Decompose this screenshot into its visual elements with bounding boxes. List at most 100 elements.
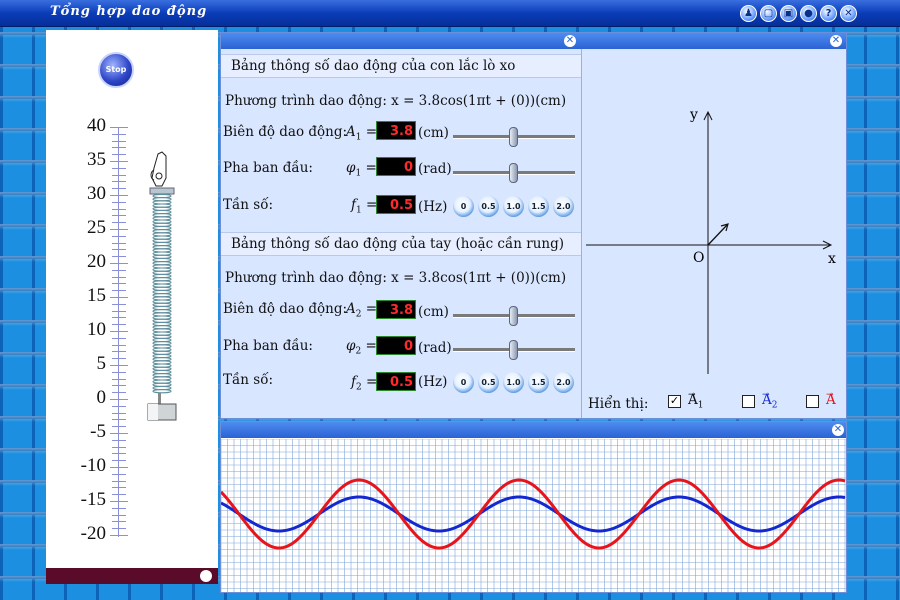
hand-phase-unit: (rad) <box>418 340 452 356</box>
hand-amplitude-slider-handle[interactable] <box>509 306 518 326</box>
window-title: Tổng hợp dao động <box>50 4 208 19</box>
osc-phase-slider-handle[interactable] <box>509 163 518 183</box>
osc-freq-button-2.0[interactable]: 2.0 <box>553 196 574 217</box>
ruler-tick <box>112 133 126 135</box>
ruler-tick <box>110 229 128 230</box>
ruler-tick <box>110 365 128 366</box>
ruler-label: 25 <box>87 217 106 238</box>
show-a-label: → A <box>826 390 836 408</box>
osc-freq-symbol: f1 = <box>351 197 378 216</box>
hand-freq-unit: (Hz) <box>418 374 448 390</box>
spring-top-cap <box>149 187 175 195</box>
spring-hook <box>158 393 161 405</box>
osc-freq-button-0[interactable]: 0 <box>453 196 474 217</box>
ruler-tick <box>112 426 126 428</box>
record-icon[interactable]: ● <box>800 5 817 22</box>
ruler-tick <box>112 167 126 169</box>
ruler-tick <box>112 473 126 475</box>
hand-panel-title: Bảng thông số dao động của tay (hoặc cần… <box>221 232 581 256</box>
progress-bar[interactable] <box>46 568 218 584</box>
hand-phase-display: 0 <box>376 336 416 355</box>
ruler-tick <box>112 378 126 380</box>
ruler-tick <box>112 256 126 258</box>
ruler-tick <box>112 283 126 285</box>
ruler-tick <box>112 181 126 183</box>
osc-freq-button-0.5[interactable]: 0.5 <box>478 196 499 217</box>
ruler-tick <box>112 140 126 142</box>
spring-figure <box>147 151 177 421</box>
ruler-tick <box>112 344 126 346</box>
ruler-tick <box>110 263 128 264</box>
show-a1-checkbox[interactable]: ✓ <box>668 395 681 408</box>
hand-freq-button-2.0[interactable]: 2.0 <box>553 372 574 393</box>
show-label: Hiển thị: <box>588 396 649 412</box>
hand-amplitude-display: 3.8 <box>376 300 416 319</box>
ruler-tick <box>112 154 126 156</box>
copy-icon[interactable]: ▣ <box>780 5 797 22</box>
ruler-label: 30 <box>87 183 106 204</box>
ruler-tick <box>110 433 128 434</box>
osc-phase-label: Pha ban đầu: <box>223 160 313 176</box>
ruler-label: 5 <box>96 353 107 374</box>
help-icon[interactable]: ? <box>820 5 837 22</box>
hand-freq-label: Tần số: <box>223 372 273 388</box>
parameter-window: ✕ ✕ Bảng thông số dao động của con lắc l… <box>220 32 847 419</box>
ruler-tick <box>112 507 126 509</box>
osc-phase-display: 0 <box>376 157 416 176</box>
ruler-tick <box>112 453 126 455</box>
ruler-tick <box>110 195 128 196</box>
hand-phase-slider-handle[interactable] <box>509 340 518 360</box>
ruler-tick <box>112 269 126 271</box>
close-icon[interactable]: ✕ <box>830 35 842 47</box>
vector-a1 <box>707 224 728 246</box>
ruler-tick <box>112 487 126 489</box>
close-icon[interactable]: ✕ <box>564 35 576 47</box>
weight-highlight <box>148 404 158 420</box>
osc-phase-symbol: φ1 = <box>346 160 377 179</box>
hand-freq-button-1.0[interactable]: 1.0 <box>503 372 524 393</box>
osc-phase-unit: (rad) <box>418 161 452 177</box>
ruler-tick <box>112 460 126 462</box>
ruler-label: -20 <box>80 523 106 544</box>
ruler-tick <box>112 412 126 414</box>
hand-freq-symbol: f2 = <box>351 374 378 393</box>
stop-button[interactable]: Stop <box>98 52 134 88</box>
progress-knob[interactable] <box>200 570 212 582</box>
close-icon[interactable]: ✕ <box>832 424 844 436</box>
parameter-window-header: ✕ ✕ <box>221 33 846 49</box>
show-a2-checkbox[interactable] <box>742 395 755 408</box>
osc-equation: Phương trình dao động: x = 3.8cos(1πt + … <box>225 93 567 109</box>
person-icon[interactable]: ♟ <box>740 5 757 22</box>
osc-amplitude-slider-handle[interactable] <box>509 127 518 147</box>
ruler-label: 15 <box>87 285 106 306</box>
hand-freq-button-0[interactable]: 0 <box>453 372 474 393</box>
spring-coil <box>152 193 172 394</box>
spring-panel: Stop 40 35 30 25 20 15 10 5 0 -5 -10 -15… <box>46 30 218 584</box>
hand-icon <box>150 151 167 187</box>
wave-graph-window: ✕ <box>220 421 847 593</box>
ruler-tick <box>112 310 126 312</box>
title-bar: Tổng hợp dao động ♟ ▢ ▣ ● ? ✕ <box>0 0 900 27</box>
ruler-tick <box>112 174 126 176</box>
ruler-tick <box>112 147 126 149</box>
ruler-tick <box>112 528 126 530</box>
ruler-tick <box>110 467 128 468</box>
ruler-tick <box>112 371 126 373</box>
hand-freq-button-0.5[interactable]: 0.5 <box>478 372 499 393</box>
ruler-tick <box>112 188 126 190</box>
show-a-checkbox[interactable] <box>806 395 819 408</box>
vector-diagram-panel: y x O Hiển thị: ✓ → A1 → A2 → A <box>582 49 846 418</box>
hand-equation: Phương trình dao động: x = 3.8cos(1πt + … <box>225 270 567 286</box>
ruler-tick <box>112 222 126 224</box>
osc-freq-button-1.5[interactable]: 1.5 <box>528 196 549 217</box>
ruler-tick <box>110 297 128 298</box>
ruler-label: -15 <box>80 489 106 510</box>
window-icon[interactable]: ▢ <box>760 5 777 22</box>
ruler-tick <box>110 331 128 332</box>
ruler-label: 40 <box>87 115 106 136</box>
ruler-tick <box>112 480 126 482</box>
osc-freq-button-1.0[interactable]: 1.0 <box>503 196 524 217</box>
hand-freq-button-1.5[interactable]: 1.5 <box>528 372 549 393</box>
osc-amplitude-symbol: A1 = <box>346 124 378 143</box>
close-icon[interactable]: ✕ <box>840 5 857 22</box>
